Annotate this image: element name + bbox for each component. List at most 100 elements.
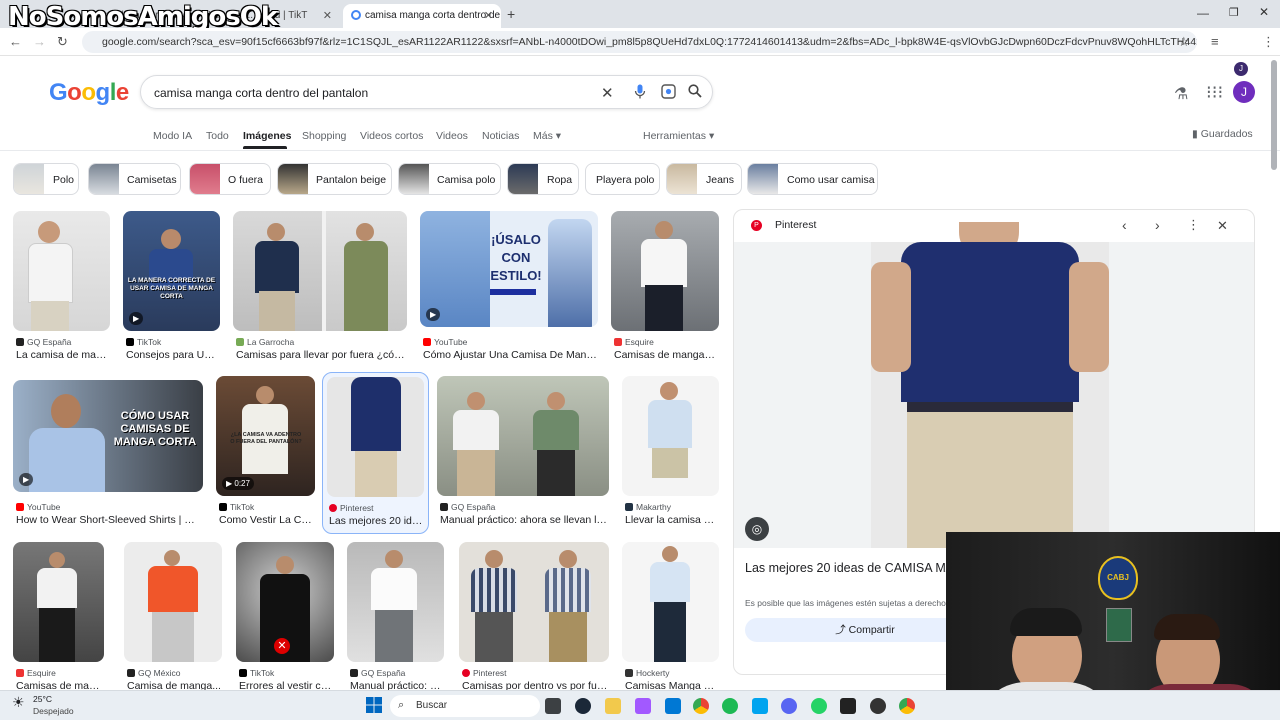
profile-avatar[interactable]: J (1234, 62, 1248, 76)
search-icon[interactable] (688, 84, 702, 101)
labs-flask-icon[interactable]: ⚗ (1174, 84, 1188, 104)
chip-pantalon-beige[interactable]: Pantalon beige (277, 163, 392, 195)
maximize-icon[interactable]: ❐ (1229, 6, 1239, 19)
whatsapp-icon[interactable] (811, 698, 827, 714)
tab-noticias[interactable]: Noticias (482, 130, 519, 142)
framed-picture (1106, 608, 1132, 642)
tab-videos[interactable]: Videos (436, 130, 468, 142)
reload-icon[interactable]: ↻ (57, 34, 68, 50)
preview-image[interactable]: ◎ (734, 222, 1254, 548)
terminal-icon[interactable] (840, 698, 856, 714)
url-field[interactable]: google.com/search?sca_esv=90f15cf6663bf9… (82, 31, 1197, 53)
result-card[interactable]: ¿LA CAMISA VA ADENTRO O FUERA DEL PANTAL… (216, 376, 315, 532)
menu-kebab-icon[interactable]: ⋮ (1262, 34, 1275, 50)
gq-favicon-icon (350, 669, 358, 677)
close-preview-icon[interactable]: ✕ (1217, 218, 1228, 234)
spotify-icon[interactable] (722, 698, 738, 714)
chip-playera-polo[interactable]: Playera polo (585, 163, 660, 195)
person-figure (49, 552, 65, 568)
obs-icon[interactable] (870, 698, 886, 714)
figma-icon[interactable] (635, 698, 651, 714)
result-card[interactable]: Esquire Camisas de mang... (13, 542, 104, 692)
search-input[interactable]: camisa manga corta dentro del pantalon (154, 86, 368, 100)
chip-como-usar-camisa[interactable]: Como usar camisa (747, 163, 878, 195)
file-explorer-icon[interactable] (605, 698, 621, 714)
person-figure (38, 221, 60, 243)
youtube-favicon-icon (423, 338, 431, 346)
chrome-active-icon[interactable] (899, 698, 915, 714)
result-card[interactable]: Makarthy Llevar la camisa p... (622, 376, 719, 532)
close-icon[interactable]: ✕ (323, 9, 332, 22)
chip-o-fuera[interactable]: O fuera (189, 163, 271, 195)
task-view-icon[interactable] (545, 698, 561, 714)
makarthy-favicon-icon (625, 503, 633, 511)
person-figure (467, 392, 485, 410)
product-photo (871, 222, 1109, 548)
search-box[interactable]: camisa manga corta dentro del pantalon ✕ (140, 75, 713, 109)
tools-button[interactable]: Herramientas ▾ (643, 130, 714, 142)
chrome-icon[interactable] (693, 698, 709, 714)
preview-source[interactable]: Pinterest (775, 219, 816, 231)
result-card[interactable]: Esquire Camisas de manga c... (611, 211, 719, 363)
weather-temp[interactable]: 25°C (33, 694, 52, 704)
result-card[interactable]: GQ España La camisa de man... (13, 211, 110, 363)
forward-icon[interactable]: → (33, 34, 46, 49)
chip-camisa-polo[interactable]: Camisa polo (398, 163, 501, 195)
shirt-shape (650, 562, 690, 602)
tab-google-search[interactable]: camisa manga corta dentro de ✕ (343, 4, 501, 28)
next-icon[interactable]: › (1155, 217, 1160, 233)
result-card[interactable]: Hockerty Camisas Manga C... (622, 542, 719, 692)
steam-icon[interactable] (575, 698, 591, 714)
result-card[interactable]: LA MANERA CORRECTA DE USAR CAMISA DE MAN… (123, 211, 220, 363)
account-avatar[interactable]: J (1233, 81, 1255, 103)
lens-search-icon[interactable]: ◎ (745, 517, 769, 541)
result-card[interactable]: Pinterest Camisas por dentro vs por fuer… (459, 542, 609, 692)
bookmark-star-icon[interactable]: ☆ (1178, 34, 1190, 50)
chip-camisetas[interactable]: Camisetas (88, 163, 181, 195)
previous-icon[interactable]: ‹ (1122, 217, 1127, 233)
tab-todo[interactable]: Todo (206, 130, 229, 142)
clear-icon[interactable]: ✕ (601, 84, 614, 102)
gq-favicon-icon (16, 338, 24, 346)
result-card[interactable]: GQ España Manual práctico: ah... (347, 542, 444, 692)
overlay-caption: LA MANERA CORRECTA DE USAR CAMISA DE MAN… (127, 277, 216, 300)
chip-ropa[interactable]: Ropa (507, 163, 579, 195)
store-icon[interactable] (665, 698, 681, 714)
photo-left (233, 211, 322, 331)
apps-grid-icon[interactable]: ⁝⁝⁝ (1206, 82, 1223, 103)
microphone-icon[interactable] (634, 84, 646, 102)
close-icon[interactable]: ✕ (484, 9, 493, 22)
back-icon[interactable]: ← (9, 34, 22, 49)
result-card[interactable]: GQ México Camisa de manga... (124, 542, 222, 692)
media-icon[interactable]: ≡ (1211, 34, 1219, 49)
arm-shape (871, 262, 911, 372)
chip-jeans[interactable]: Jeans (666, 163, 742, 195)
result-card[interactable]: GQ España Manual práctico: ahora se llev… (437, 376, 609, 532)
result-card[interactable]: ¡ÚSALO CON ESTILO! ▶ YouTube Cómo Ajusta… (420, 211, 598, 363)
saved-button[interactable]: ▮ Guardados (1192, 128, 1253, 140)
new-tab-button[interactable]: + (507, 6, 515, 22)
close-window-icon[interactable]: ✕ (1259, 5, 1269, 19)
more-options-icon[interactable]: ⋮ (1187, 217, 1200, 233)
x-mark-icon: ✕ (274, 638, 290, 654)
minimize-icon[interactable]: — (1197, 6, 1209, 20)
taskbar-search[interactable]: ⌕ Buscar (390, 695, 540, 717)
tab-videos-cortos[interactable]: Videos cortos (360, 130, 423, 142)
result-card-selected[interactable]: Pinterest Las mejores 20 ide... (322, 372, 429, 534)
tab-modo-ia[interactable]: Modo IA (153, 130, 192, 142)
lens-icon[interactable] (661, 84, 676, 102)
tab-imagenes[interactable]: Imágenes (243, 130, 291, 142)
result-card[interactable]: CÓMO USAR CAMISAS DE MANGA CORTA ▶ YouTu… (13, 380, 203, 532)
result-card[interactable]: La Garrocha Camisas para llevar por fuer… (233, 211, 407, 363)
tab-mas[interactable]: Más ▾ (533, 130, 561, 142)
discord-icon[interactable] (781, 698, 797, 714)
result-card[interactable]: ✕ TikTok Errores al vestir ca... (236, 542, 334, 692)
chip-polo[interactable]: Polo (13, 163, 79, 195)
google-logo[interactable]: Google (49, 79, 129, 107)
app-icon[interactable] (752, 698, 768, 714)
result-image (622, 376, 719, 496)
shirt-shape (28, 243, 73, 303)
tab-shopping[interactable]: Shopping (302, 130, 346, 142)
windows-start-icon[interactable] (366, 697, 382, 713)
page-scrollbar[interactable] (1271, 60, 1277, 170)
